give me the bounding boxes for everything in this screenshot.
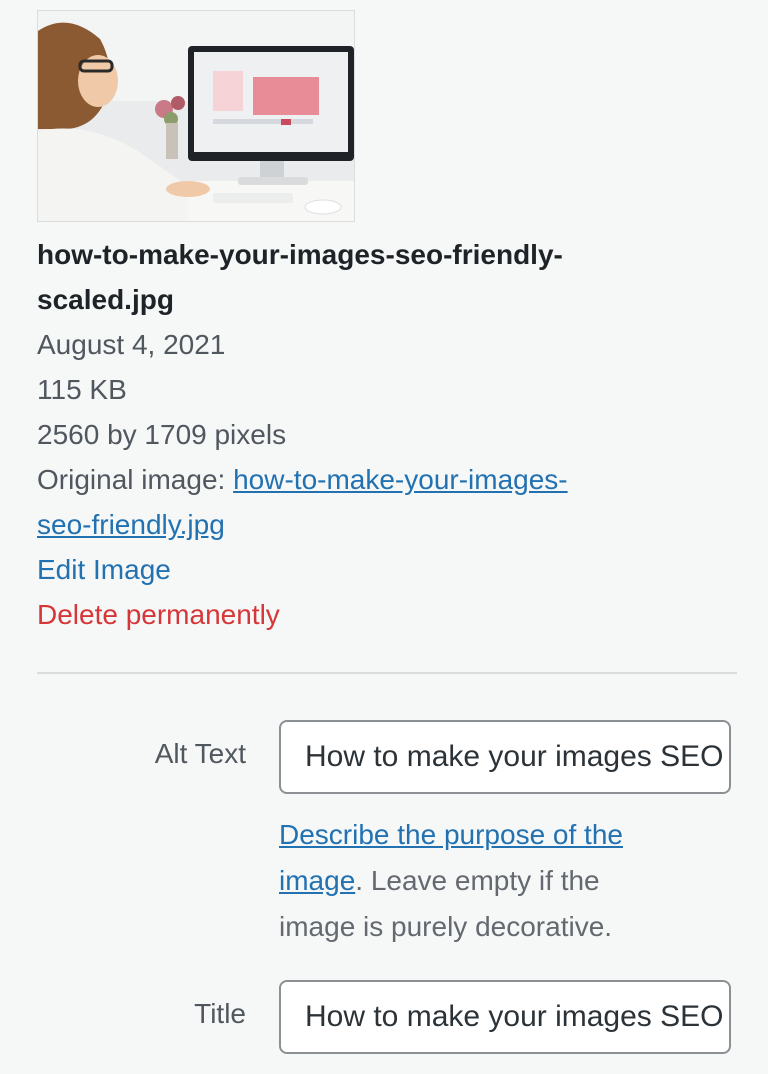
edit-image-link[interactable]: Edit Image [37, 554, 171, 585]
file-size: 115 KB [37, 374, 127, 405]
alt-text-label: Alt Text [154, 738, 246, 769]
uploaded-date: August 4, 2021 [37, 329, 226, 360]
attachment-details-panel: how-to-make-your-images-seo-friendly- sc… [0, 0, 768, 1074]
describe-purpose-link-line1: Describe the purpose of the [279, 819, 623, 850]
alt-help-text-line3: image is purely decorative. [279, 911, 613, 942]
file-name-line1: how-to-make-your-images-seo-friendly- [37, 239, 563, 270]
divider [37, 672, 737, 674]
alt-text-help: Describe the purpose of the image. Leave … [279, 812, 719, 950]
original-image-link-line1: how-to-make-your-images- [233, 464, 568, 495]
file-details: how-to-make-your-images-seo-friendly- sc… [37, 232, 737, 637]
original-image-link-line2: seo-friendly.jpg [37, 509, 225, 540]
file-name-line2: scaled.jpg [37, 284, 174, 315]
file-name: how-to-make-your-images-seo-friendly- sc… [37, 232, 697, 322]
dimensions: 2560 by 1709 pixels [37, 419, 287, 450]
title-input[interactable]: How to make your images SEO friendly [279, 980, 731, 1054]
original-image-label: Original image: [37, 464, 234, 495]
describe-purpose-link-line2: image [279, 865, 356, 896]
original-image: Original image: how-to-make-your-images-… [37, 457, 737, 547]
attachment-thumbnail[interactable] [37, 10, 355, 222]
alt-text-input[interactable]: How to make your images SEO friendly [279, 720, 731, 794]
delete-permanently-link[interactable]: Delete permanently [37, 599, 280, 630]
alt-help-text: . Leave empty if the [355, 865, 600, 896]
thumbnail-image [38, 11, 354, 221]
title-label: Title [194, 998, 246, 1029]
